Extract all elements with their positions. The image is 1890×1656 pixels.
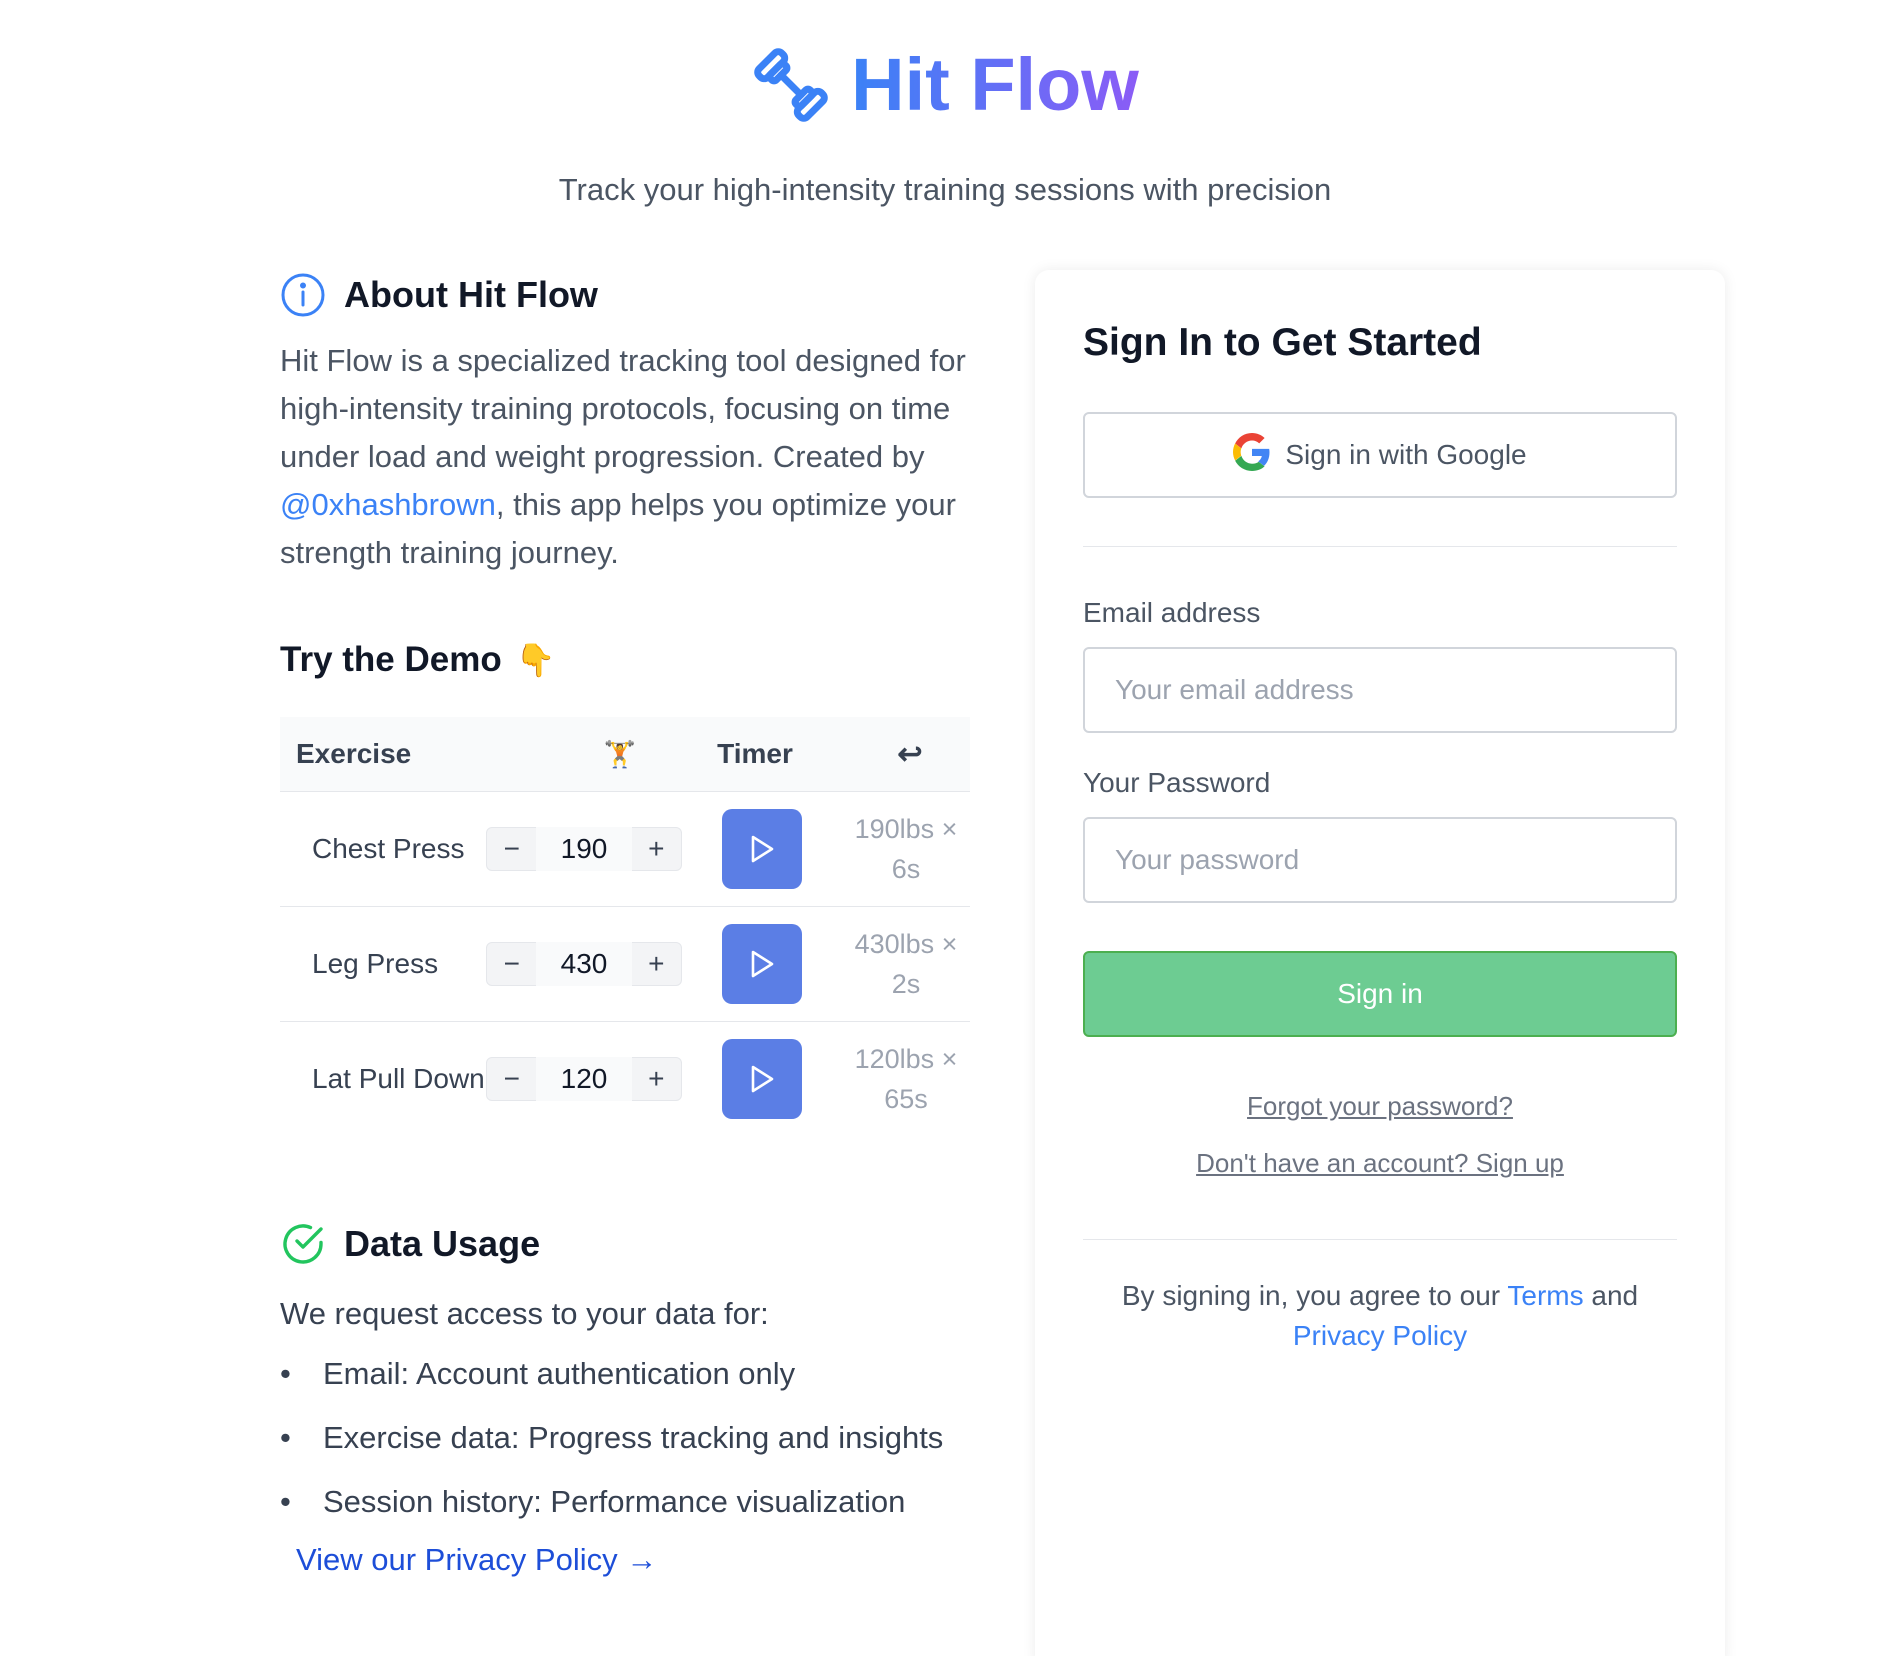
last-session: 120lbs × 65s	[854, 1044, 958, 1114]
table-row: Chest Press − 190 + 190lbs × 6s	[280, 791, 970, 906]
pointing-down-icon: 👇	[515, 642, 556, 678]
google-icon	[1233, 432, 1271, 478]
signin-button[interactable]: Sign in	[1083, 951, 1677, 1037]
list-item-text: Exercise data: Progress tracking and ins…	[323, 1420, 944, 1455]
increment-button[interactable]: +	[632, 948, 681, 980]
info-icon	[280, 272, 326, 318]
column-header-exercise: Exercise	[296, 738, 412, 769]
password-field[interactable]	[1083, 817, 1677, 903]
list-item-text: Session history: Performance visualizati…	[323, 1484, 906, 1519]
exercise-name: Lat Pull Down	[312, 1063, 485, 1094]
timer-cell	[682, 809, 842, 889]
decrement-button[interactable]: −	[487, 948, 536, 980]
weight-value[interactable]: 120	[536, 1057, 632, 1101]
bullet: •	[280, 1484, 291, 1519]
weight-stepper: − 120 +	[486, 1057, 682, 1101]
app-title: Hit Flow	[851, 40, 1139, 130]
table-header: Exercise 🏋 Timer ↩	[280, 717, 970, 791]
divider	[1083, 1239, 1677, 1240]
email-field[interactable]	[1083, 647, 1677, 733]
about-header: About Hit Flow	[280, 265, 970, 325]
check-circle-icon	[280, 1221, 326, 1267]
play-button[interactable]	[722, 1039, 802, 1119]
data-usage-title: Data Usage	[344, 1223, 541, 1264]
tagline: Track your high-intensity training sessi…	[558, 172, 1332, 207]
increment-button[interactable]: +	[632, 1063, 681, 1095]
about-text-before: Hit Flow is a specialized tracking tool …	[280, 343, 966, 474]
email-label: Email address	[1083, 597, 1261, 628]
privacy-policy-link[interactable]: View our Privacy Policy →	[296, 1542, 970, 1578]
about-title: About Hit Flow	[344, 274, 598, 315]
list-item: • Email: Account authentication only	[280, 1350, 970, 1398]
data-usage-intro: We request access to your data for:	[280, 1296, 769, 1331]
play-icon	[751, 835, 774, 863]
brand: Hit Flow	[751, 40, 1139, 130]
weight-stepper: − 190 +	[486, 827, 682, 871]
exercise-name: Chest Press	[312, 833, 465, 864]
terms-text: By signing in, you agree to our	[1121, 1280, 1508, 1311]
play-icon	[751, 1065, 774, 1093]
exercise-name: Leg Press	[312, 948, 439, 979]
password-label: Your Password	[1083, 767, 1271, 798]
about-text: Hit Flow is a specialized tracking tool …	[280, 337, 970, 577]
forgot-password-link[interactable]: Forgot your password?	[1083, 1091, 1677, 1122]
weight-value[interactable]: 430	[536, 942, 632, 986]
privacy-link[interactable]: Privacy Policy	[1293, 1320, 1467, 1351]
terms-and: and	[1583, 1280, 1639, 1311]
left-column: About Hit Flow Hit Flow is a specialized…	[280, 265, 970, 1578]
signin-title: Sign In to Get Started	[1083, 321, 1482, 364]
list-item-text: Email: Account authentication only	[323, 1356, 796, 1391]
header: Hit Flow Track your high-intensity train…	[0, 40, 1890, 210]
data-usage-header: Data Usage	[280, 1214, 970, 1274]
demo-header: Try the Demo 👇	[280, 635, 970, 685]
list-item: • Exercise data: Progress tracking and in…	[280, 1414, 970, 1462]
demo-title: Try the Demo	[280, 640, 502, 679]
bullet: •	[280, 1420, 291, 1455]
decrement-button[interactable]: −	[487, 833, 536, 865]
play-button[interactable]	[722, 809, 802, 889]
weight-value[interactable]: 190	[536, 827, 632, 871]
last-session: 430lbs × 2s	[854, 929, 958, 999]
data-usage-list: • Email: Account authentication only • Exe…	[280, 1350, 970, 1526]
demo-table: Exercise 🏋 Timer ↩ Chest Press − 190 + 1…	[280, 717, 970, 1136]
signin-form: Sign In to Get Started Sign in with Goog…	[1083, 318, 1677, 1356]
last-session: 190lbs × 6s	[854, 814, 958, 884]
bullet: •	[280, 1356, 291, 1391]
weight-stepper: − 430 +	[486, 942, 682, 986]
dumbbell-icon	[751, 45, 831, 125]
signup-link[interactable]: Don't have an account? Sign up	[1083, 1148, 1677, 1179]
table-row: Lat Pull Down − 120 + 120lbs × 65s	[280, 1021, 970, 1136]
table-row: Leg Press − 430 + 430lbs × 2s	[280, 906, 970, 1021]
weightlifter-icon: 🏋	[603, 738, 637, 769]
column-header-timer: Timer	[717, 738, 793, 769]
terms-link[interactable]: Terms	[1507, 1280, 1583, 1311]
timer-cell	[682, 1039, 842, 1119]
google-signin-button[interactable]: Sign in with Google	[1083, 412, 1677, 498]
timer-cell	[682, 924, 842, 1004]
signin-card: Sign In to Get Started Sign in with Goog…	[1035, 270, 1725, 1656]
decrement-button[interactable]: −	[487, 1063, 536, 1095]
increment-button[interactable]: +	[632, 833, 681, 865]
creator-link[interactable]: @0xhashbrown	[280, 487, 496, 522]
return-arrow-icon: ↩	[897, 737, 923, 771]
terms-notice: By signing in, you agree to our Terms an…	[1083, 1276, 1677, 1356]
divider	[1083, 546, 1677, 547]
play-button[interactable]	[722, 924, 802, 1004]
play-icon	[751, 950, 774, 978]
list-item: • Session history: Performance visualizat…	[280, 1478, 970, 1526]
google-signin-label: Sign in with Google	[1285, 439, 1527, 470]
